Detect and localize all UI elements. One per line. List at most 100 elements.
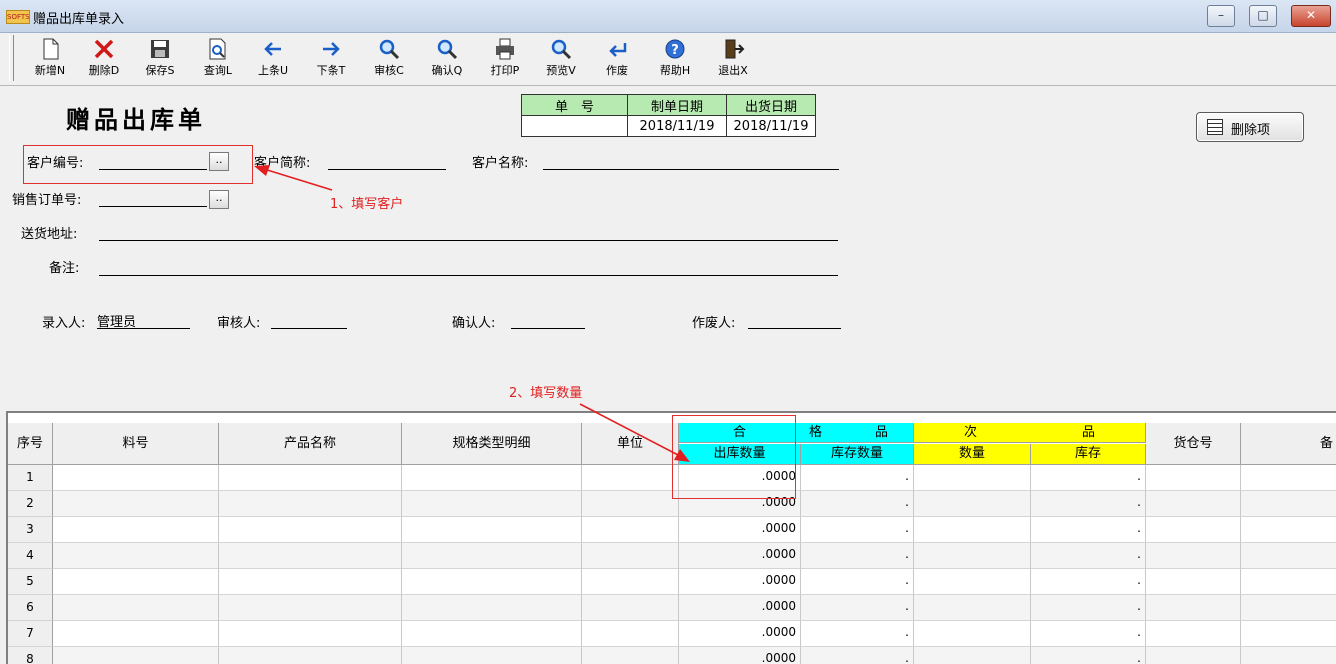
col-defect-qty-header[interactable]: 数量 [914, 444, 1031, 465]
stock-qty-cell[interactable]: . [801, 465, 914, 491]
grid-cell[interactable] [914, 465, 1031, 491]
close-button[interactable]: ✕ [1291, 5, 1331, 27]
row-number[interactable]: 4 [8, 543, 53, 569]
toolbar-button-12[interactable]: 退出X [706, 36, 760, 82]
stock-qty-cell[interactable]: . [801, 595, 914, 621]
col-seq-header[interactable]: 序号 [8, 423, 53, 465]
grid-cell[interactable] [914, 543, 1031, 569]
create-date-value[interactable]: 2018/11/19 [627, 115, 727, 137]
defect-stock-cell[interactable]: . [1031, 543, 1146, 569]
doc-number-value[interactable] [521, 115, 628, 137]
grid-cell[interactable] [219, 517, 402, 543]
defect-stock-cell[interactable]: . [1031, 491, 1146, 517]
customer-code-input[interactable] [99, 153, 207, 170]
grid-cell[interactable] [53, 543, 219, 569]
col-spec-header[interactable]: 规格类型明细 [402, 423, 582, 465]
row-number[interactable]: 1 [8, 465, 53, 491]
grid-cell[interactable] [219, 595, 402, 621]
out-qty-cell[interactable]: .0000 [679, 595, 801, 621]
grid-cell[interactable] [582, 569, 679, 595]
grid-cell[interactable] [1241, 491, 1336, 517]
grid-cell[interactable] [582, 595, 679, 621]
grid-cell[interactable] [53, 647, 219, 664]
grid-cell[interactable] [1146, 543, 1241, 569]
grid-cell[interactable] [402, 621, 582, 647]
out-qty-cell[interactable]: .0000 [679, 543, 801, 569]
col-item-no-header[interactable]: 料号 [53, 423, 219, 465]
grid-cell[interactable] [1146, 517, 1241, 543]
defect-stock-cell[interactable]: . [1031, 465, 1146, 491]
col-warehouse-header[interactable]: 货仓号 [1146, 423, 1241, 465]
minimize-button[interactable]: – [1207, 5, 1235, 27]
out-qty-cell[interactable]: .0000 [679, 569, 801, 595]
grid-cell[interactable] [582, 543, 679, 569]
defect-stock-cell[interactable]: . [1031, 621, 1146, 647]
grid-cell[interactable] [1241, 621, 1336, 647]
grid-cell[interactable] [1146, 595, 1241, 621]
toolbar-button-11[interactable]: ? 帮助H [648, 36, 702, 82]
grid-cell[interactable] [219, 543, 402, 569]
grid-cell[interactable] [1241, 569, 1336, 595]
grid-cell[interactable] [219, 647, 402, 664]
grid-cell[interactable] [914, 517, 1031, 543]
grid-cell[interactable] [402, 465, 582, 491]
defect-stock-cell[interactable]: . [1031, 569, 1146, 595]
ship-date-value[interactable]: 2018/11/19 [726, 115, 816, 137]
grid-cell[interactable] [1241, 647, 1336, 664]
grid-cell[interactable] [53, 491, 219, 517]
out-qty-cell[interactable]: .0000 [679, 621, 801, 647]
row-number[interactable]: 8 [8, 647, 53, 664]
row-number[interactable]: 2 [8, 491, 53, 517]
col-more-header[interactable]: 备 [1241, 423, 1336, 465]
grid-cell[interactable] [914, 491, 1031, 517]
toolbar-button-7[interactable]: 确认Q [420, 36, 474, 82]
toolbar-button-4[interactable]: 上条U [246, 36, 300, 82]
grid-cell[interactable] [914, 569, 1031, 595]
grid-cell[interactable] [402, 647, 582, 664]
defect-stock-cell[interactable]: . [1031, 517, 1146, 543]
customer-browse-button[interactable]: .. [209, 152, 229, 171]
toolbar-button-3[interactable]: 查询L [191, 36, 245, 82]
sales-order-input[interactable] [99, 190, 207, 207]
toolbar-grip[interactable] [9, 35, 14, 81]
grid-cell[interactable] [1146, 491, 1241, 517]
grid-cell[interactable] [914, 647, 1031, 664]
stock-qty-cell[interactable]: . [801, 517, 914, 543]
grid-cell[interactable] [402, 543, 582, 569]
grid-cell[interactable] [402, 517, 582, 543]
col-defect-stock-header[interactable]: 库存 [1031, 444, 1146, 465]
row-number[interactable]: 6 [8, 595, 53, 621]
stock-qty-cell[interactable]: . [801, 647, 914, 664]
grid-cell[interactable] [402, 569, 582, 595]
grid-cell[interactable] [1146, 647, 1241, 664]
grid-cell[interactable] [1241, 543, 1336, 569]
grid-cell[interactable] [53, 465, 219, 491]
address-input[interactable] [99, 224, 838, 241]
toolbar-button-10[interactable]: 作废 [590, 36, 644, 82]
grid-cell[interactable] [582, 647, 679, 664]
grid-cell[interactable] [219, 569, 402, 595]
grid-cell[interactable] [914, 595, 1031, 621]
defect-stock-cell[interactable]: . [1031, 647, 1146, 664]
row-number[interactable]: 7 [8, 621, 53, 647]
delete-item-button[interactable]: 删除项 [1196, 112, 1304, 142]
toolbar-button-6[interactable]: 审核C [362, 36, 416, 82]
customer-name-input[interactable] [543, 153, 839, 170]
toolbar-button-5[interactable]: 下条T [304, 36, 358, 82]
grid-cell[interactable] [402, 491, 582, 517]
stock-qty-cell[interactable]: . [801, 543, 914, 569]
toolbar-button-9[interactable]: 预览V [534, 36, 588, 82]
grid-cell[interactable] [582, 491, 679, 517]
out-qty-cell[interactable]: .0000 [679, 647, 801, 664]
grid-cell[interactable] [1241, 595, 1336, 621]
grid-cell[interactable] [402, 595, 582, 621]
grid-cell[interactable] [53, 595, 219, 621]
defect-stock-cell[interactable]: . [1031, 595, 1146, 621]
remark-input[interactable] [99, 259, 838, 276]
col-product-name-header[interactable]: 产品名称 [219, 423, 402, 465]
out-qty-cell[interactable]: .0000 [679, 517, 801, 543]
grid-cell[interactable] [1241, 517, 1336, 543]
col-stock-qty-header[interactable]: 库存数量 [801, 444, 914, 465]
grid-cell[interactable] [582, 621, 679, 647]
toolbar-button-1[interactable]: 删除D [77, 36, 131, 82]
